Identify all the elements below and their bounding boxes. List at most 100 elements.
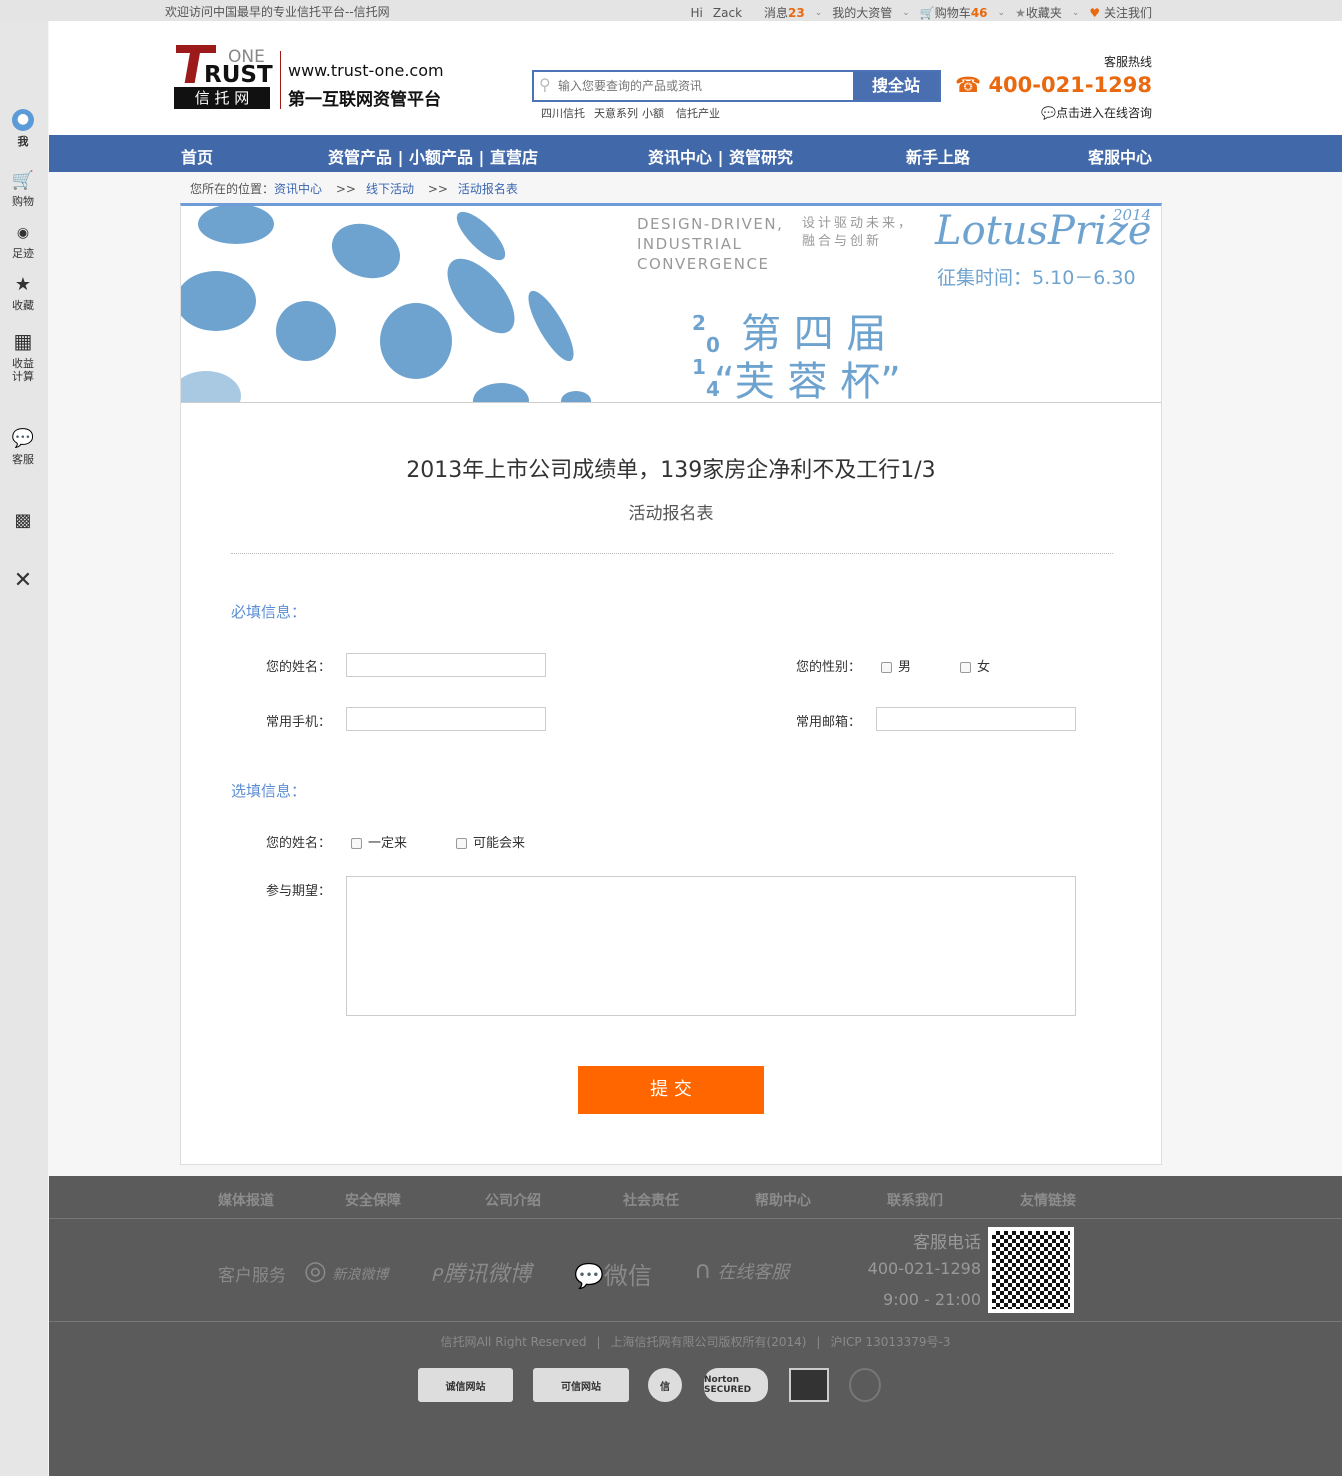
gender-female[interactable]: 女 [960,656,990,675]
nav-home[interactable]: 首页 [181,144,213,168]
badge-trust-org[interactable]: 信 [648,1368,682,1402]
footer-link[interactable]: 公司介绍 [485,1190,541,1210]
site-domain: www.trust-one.com [288,61,444,80]
checkbox [881,662,892,673]
search-box: ⚲ 搜全站 [532,70,941,102]
star-icon: ★ [14,274,32,295]
sidebar-item-cart[interactable]: 🛒 购物 [0,171,46,209]
phone-input[interactable] [346,707,546,731]
eye-icon: ◉ [16,225,30,241]
slogan: 第一互联网资管平台 [288,90,441,110]
search-input[interactable] [558,75,848,97]
badge-trust-site[interactable]: 诚信网站 [418,1368,513,1402]
messages-link[interactable]: 消息23 [764,4,805,21]
footer-link[interactable]: 联系我们 [887,1190,943,1210]
sidebar-item-favorites[interactable]: ★ 收藏 [0,275,46,313]
hot-tag[interactable]: 信托产业 [676,105,720,121]
assets-link[interactable]: 我的大资管 [832,4,892,21]
banner[interactable]: DESIGN-DRIVEN, INDUSTRIAL CONVERGENCE 设计… [181,206,1161,403]
optional-section-title: 选填信息： [231,782,307,800]
divider [231,553,1113,554]
name-label: 您的姓名： [266,660,332,675]
hot-tag[interactable]: 天意系列 [594,105,638,121]
weibo-icon: ◎ [304,1256,327,1286]
breadcrumb: 您所在的位置：资讯中心 >> 线下活动 >> 活动报名表 [190,182,518,196]
chevron-down-icon[interactable]: ⌄ [1072,8,1080,18]
name-input[interactable] [346,653,546,677]
attend-maybe[interactable]: 可能会来 [456,832,525,851]
sidebar-item-service[interactable]: 💬 客服 [0,429,46,467]
nav-products[interactable]: 资管产品 | 小额产品 | 直营店 [328,144,538,168]
footer-link[interactable]: 社会责任 [623,1190,679,1210]
service-label: 客户服务 [218,1266,286,1286]
footer-link[interactable]: 安全保障 [345,1190,401,1210]
headset-icon: ∩ [694,1256,712,1284]
breadcrumb-offline[interactable]: 线下活动 [366,182,414,196]
sidebar-item-footprint[interactable]: ◉ 足迹 [0,223,46,261]
nav-news[interactable]: 资讯中心 | 资管研究 [648,144,793,168]
police-badge-icon[interactable] [789,1368,829,1402]
footer-link[interactable]: 友情链接 [1020,1190,1076,1210]
chevron-down-icon[interactable]: ⌄ [902,8,910,18]
main-nav: 首页 资管产品 | 小额产品 | 直营店 资讯中心 | 资管研究 新手上路 客服… [49,135,1342,172]
hotline-label: 客服热线 [1103,55,1152,69]
welcome-text: 欢迎访问中国最早的专业信托平台--信托网 [165,5,390,19]
search-icon: ⚲ [539,75,551,94]
top-bar: 欢迎访问中国最早的专业信托平台--信托网 Hi Zack 消息23 ⌄ 我的大资管… [0,0,1342,21]
wechat-link[interactable]: 💬微信 [574,1256,652,1291]
phone-icon: ☎ [954,73,982,97]
logo[interactable]: ONE RUST 信 托 网 [174,43,281,109]
footer: 媒体报道 安全保障 公司介绍 社会责任 帮助中心 联系我们 友情链接 客户服务 … [49,1176,1342,1476]
banner-dots [181,206,591,402]
submit-button[interactable]: 提 交 [578,1066,764,1114]
hot-tag[interactable]: 四川信托 [541,105,585,121]
tencent-weibo-link[interactable]: ᑭ腾讯微博 [432,1256,531,1288]
article-title: 2013年上市公司成绩单，139家房企净利不及工行1/3 [406,458,936,483]
breadcrumb-signup[interactable]: 活动报名表 [458,182,518,196]
weibo-link[interactable]: ◎ 新浪微博 [304,1256,388,1286]
online-service-link[interactable]: ∩ 在线客服 [694,1256,789,1284]
chat-icon: 💬 [11,428,35,449]
qrcode-icon: ▩ [14,510,32,531]
checkbox [351,838,362,849]
favorites-link[interactable]: ★收藏夹 [1015,4,1062,21]
sidebar-item-close[interactable]: ✕ [0,570,46,593]
badge-credible-site[interactable]: 可信网站 [533,1368,629,1402]
attend-label: 您的姓名： [266,836,332,851]
gender-male[interactable]: 男 [881,656,911,675]
search-button[interactable]: 搜全站 [853,72,939,100]
sidebar-item-calculator[interactable]: ▦ 收益 计算 [0,331,46,383]
required-section-title: 必填信息： [231,603,307,621]
email-input[interactable] [876,707,1076,731]
nav-service[interactable]: 客服中心 [1088,144,1152,168]
badge-norton[interactable]: Norton SECURED [704,1368,768,1402]
username[interactable]: Zack [713,6,742,20]
seal-badge-icon[interactable] [849,1368,881,1402]
cart-icon: 🛒 [919,6,935,20]
sidebar-item-qrcode[interactable]: ▩ [0,511,46,533]
attend-yes[interactable]: 一定来 [351,832,407,851]
star-icon: ★ [1015,6,1026,20]
footer-link[interactable]: 媒体报道 [218,1190,274,1210]
heart-icon: ♥ [1089,6,1101,20]
sidebar: ● 我 🛒 购物 ◉ 足迹 ★ 收藏 ▦ 收益 计算 💬 客服 ▩ ✕ [0,21,48,1476]
gender-label: 您的性别： [796,660,862,675]
online-consult-link[interactable]: 💬点击进入在线咨询 [1041,104,1152,121]
footer-link[interactable]: 帮助中心 [755,1190,811,1210]
expect-textarea[interactable] [346,876,1076,1016]
breadcrumb-news[interactable]: 资讯中心 [274,182,322,196]
hotline: ☎ 400-021-1298 [954,73,1152,97]
chat-icon: 💬 [1041,106,1056,120]
cart-link[interactable]: 🛒购物车46 [920,4,988,21]
chevron-down-icon[interactable]: ⌄ [815,8,823,18]
sidebar-item-me[interactable]: ● 我 [0,109,46,149]
follow-link[interactable]: ♥ 关注我们 [1089,4,1152,21]
hot-tag[interactable]: 小额 [642,105,664,121]
chevron-down-icon[interactable]: ⌄ [998,8,1006,18]
expect-label: 参与期望： [266,884,332,899]
qrcode [988,1227,1074,1313]
hot-tags: 四川信托 天意系列 小额 信托产业 [541,105,720,121]
nav-beginner[interactable]: 新手上路 [906,144,970,168]
user-icon: ● [12,109,34,131]
content-card: DESIGN-DRIVEN, INDUSTRIAL CONVERGENCE 设计… [180,203,1162,1165]
